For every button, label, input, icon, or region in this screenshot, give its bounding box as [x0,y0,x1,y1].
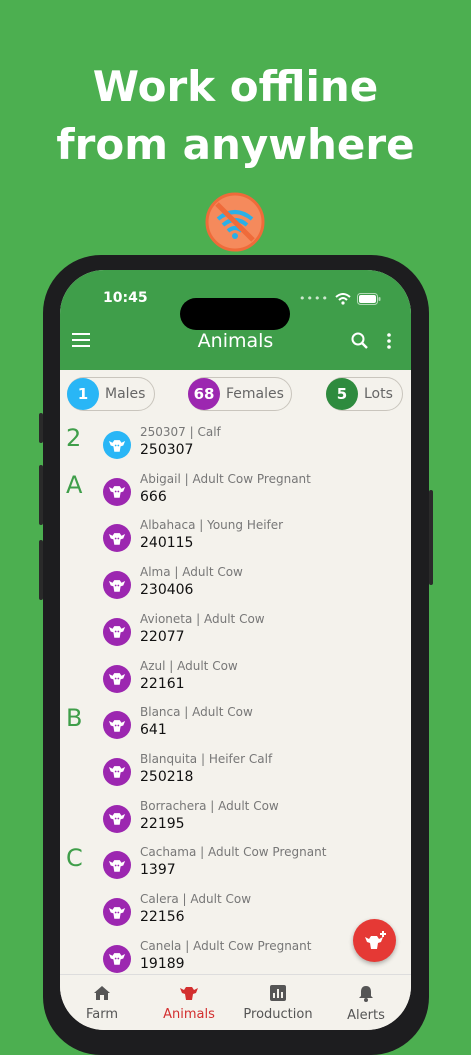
females-count: 68 [188,378,220,410]
animal-tag: 22161 [140,675,185,692]
cow-icon [180,987,198,1000]
status-bar: 10:45 •••• [60,288,411,330]
home-icon [94,986,110,1000]
animal-subtitle: Azul | Adult Cow [140,658,238,673]
cow-icon [108,766,126,779]
list-item[interactable]: Alma | Adult Cow 230406 [60,560,411,606]
animal-tag: 250218 [140,768,194,785]
males-count: 1 [67,378,99,410]
animal-tag: 1397 [140,862,176,879]
animal-subtitle: Alma | Adult Cow [140,565,243,580]
cow-icon [108,859,126,872]
list-item[interactable]: 2 250307 | Calf 250307 [60,420,411,466]
animal-avatar [103,617,131,646]
bell-icon [359,986,373,1002]
animal-subtitle: Calera | Adult Cow [140,892,252,906]
headline: Work offline from anywhere [0,58,471,174]
bottom-nav: Farm Animals Production Alerts [60,974,411,1030]
animal-subtitle: Abigail | Adult Cow Pregnant [140,471,311,486]
section-letter: A [66,470,83,499]
animal-subtitle: Albahaca | Young Heifer [140,518,284,533]
animal-avatar [103,477,131,506]
animal-tag: 22077 [140,628,185,645]
animal-tag: 22195 [140,815,185,832]
search-icon[interactable] [350,331,370,351]
cow-icon [108,579,126,592]
animal-avatar [103,804,131,833]
chip-males[interactable]: 1 Males [67,377,155,411]
animal-subtitle: Canela | Adult Cow Pregnant [140,938,312,953]
animal-tag: 230406 [140,582,194,599]
list-item[interactable]: B Blanca | Adult Cow 641 [60,700,411,746]
animal-subtitle: Borrachera | Adult Cow [140,798,279,813]
animal-avatar [103,431,131,459]
nav-alerts-label: Alerts [347,1008,385,1023]
bar-chart-icon [270,985,286,1001]
cow-icon [108,673,126,685]
section-letter: B [66,704,83,733]
list-item[interactable]: C Cachama | Adult Cow Pregnant 1397 [60,840,411,886]
chip-females[interactable]: 68 Females [188,377,292,411]
animal-tag: 22156 [140,909,185,925]
animal-tag: 666 [140,488,167,505]
cow-icon [108,532,126,545]
cow-icon [108,626,126,639]
cow-icon [108,486,126,498]
nav-farm-label: Farm [85,1007,119,1022]
animal-avatar [103,664,131,693]
clock: 10:45 [103,290,148,306]
cow-icon [108,906,126,919]
animal-avatar [103,571,131,600]
headline-line-1: Work offline [92,62,379,111]
animal-avatar [103,757,131,786]
animal-avatar [103,524,131,553]
lots-count: 5 [326,378,358,410]
animal-avatar [103,898,131,926]
cow-icon [108,953,126,965]
nav-production[interactable]: Production [238,985,318,1022]
more-vert-icon[interactable] [386,331,392,351]
nav-production-label: Production [243,1007,313,1022]
animal-avatar [103,711,131,740]
nav-animals-label: Animals [163,1007,215,1022]
animal-tag: 240115 [140,535,194,552]
animal-subtitle: 250307 | Calf [140,425,221,439]
animal-subtitle: Blanquita | Heifer Calf [140,751,273,766]
cow-icon [108,719,126,732]
nav-farm[interactable]: Farm [62,985,142,1022]
list-item[interactable]: Azul | Adult Cow 22161 [60,654,411,700]
chip-lots[interactable]: 5 Lots [326,377,403,411]
males-label: Males [105,386,146,402]
lots-label: Lots [364,386,393,402]
add-animal-button[interactable] [353,919,396,962]
headline-line-2: from anywhere [56,120,415,169]
wifi-icon [335,292,351,305]
animal-avatar [103,851,131,880]
section-letter: 2 [66,424,82,452]
list-item[interactable]: Albahaca | Young Heifer 240115 [60,513,411,559]
nav-animals[interactable]: Animals [149,985,229,1022]
battery-icon [357,292,381,305]
cow-icon [108,439,126,452]
add-cow-icon [364,930,386,949]
animal-subtitle: Blanca | Adult Cow [140,705,253,720]
animal-tag: 250307 [140,442,194,458]
section-letter: C [66,844,83,873]
animal-subtitle: Cachama | Adult Cow Pregnant [140,845,327,860]
females-label: Females [226,386,284,402]
list-item[interactable]: A Abigail | Adult Cow Pregnant 666 [60,467,411,513]
animal-avatar [103,944,131,973]
list-item[interactable]: Borrachera | Adult Cow 22195 [60,794,411,840]
cow-icon [108,813,126,825]
nav-alerts[interactable]: Alerts [326,985,406,1023]
animal-subtitle: Avioneta | Adult Cow [140,611,265,626]
list-item[interactable]: Avioneta | Adult Cow 22077 [60,607,411,653]
animal-tag: 19189 [140,955,185,972]
signal-icon: •••• [299,292,329,305]
app-screen: 10:45 •••• Animals 1 Males 68 Females 5 … [60,270,411,1030]
list-item[interactable]: Blanquita | Heifer Calf 250218 [60,747,411,793]
animal-tag: 641 [140,722,167,739]
wifi-off-icon [205,192,265,252]
app-bar: Animals [60,322,411,362]
